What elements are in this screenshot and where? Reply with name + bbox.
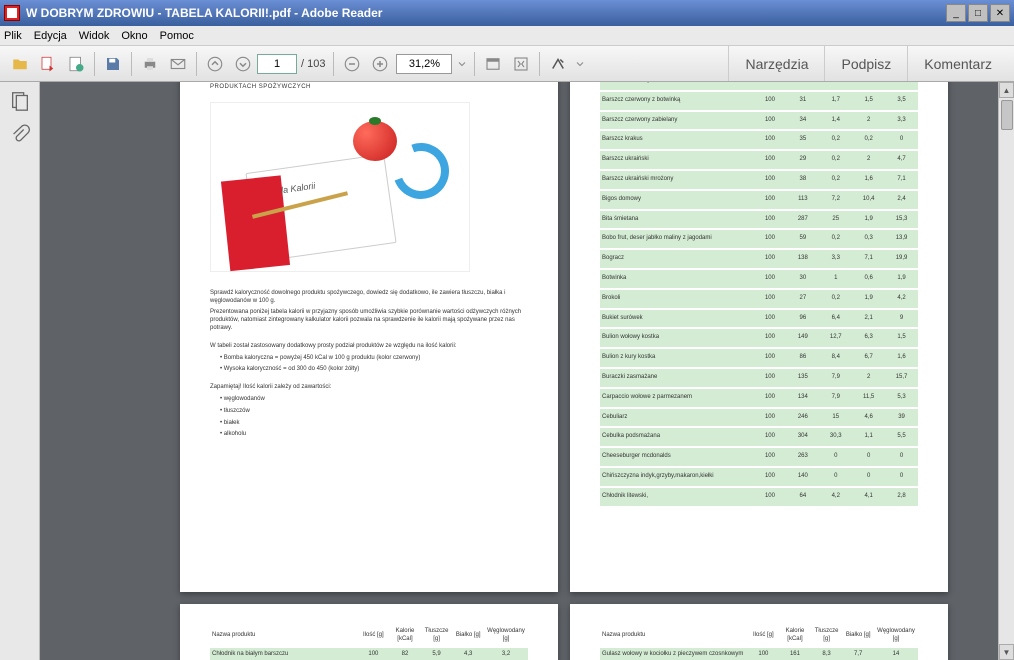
page-number-input[interactable] — [257, 54, 297, 74]
page-up-icon[interactable] — [202, 51, 228, 77]
scroll-up-icon[interactable]: ▲ — [999, 82, 1014, 98]
table-row: Chłodnik na białym barszczu10082 5,94,33… — [210, 648, 528, 660]
pdf-file-icon — [4, 5, 20, 21]
table-row: Barszcz ukraiński mrożony10038 0,21,67,1 — [600, 170, 918, 190]
table-row: Barszcz czerwony karton10025 0,20,20 — [600, 82, 918, 91]
reading-mode-icon[interactable] — [508, 51, 534, 77]
save-icon[interactable] — [100, 51, 126, 77]
table-row: Barszcz czerwony zabielany10034 1,423,3 — [600, 111, 918, 131]
table-row: Carpaccio wołowe z parmezanem100134 7,91… — [600, 388, 918, 408]
table-row: Bogracz100138 3,37,119,9 — [600, 249, 918, 269]
table-row: Bobo frut, deser jabłko maliny z jagodam… — [600, 229, 918, 249]
table-row: Cheeseburger mcdonalds100263 000 — [600, 447, 918, 467]
table-row: Bigos domowy100113 7,210,42,4 — [600, 190, 918, 210]
table-row: Buraczki zasmażane100135 7,9215,7 — [600, 368, 918, 388]
table-row: Barszcz czerwony z botwinką10031 1,71,53… — [600, 91, 918, 111]
page-count-label: / 103 — [301, 58, 325, 70]
comment-panel-button[interactable]: Komentarz — [907, 46, 1008, 81]
page1-header: PRODUKTACH SPOŻYWCZYCH — [210, 84, 528, 92]
print-icon[interactable] — [137, 51, 163, 77]
table-row: Bita śmietana100287 251,915,3 — [600, 210, 918, 230]
table-row: Bulion wołowy kostka100149 12,76,31,5 — [600, 328, 918, 348]
pdf-page-3: Nazwa produktu Ilość [g] Kalorie [kCal] … — [180, 604, 558, 660]
window-title: W DOBRYM ZDROWIU - TABELA KALORII!.pdf -… — [26, 6, 946, 20]
tools-panel-button[interactable]: Narzędzia — [728, 46, 824, 81]
minimize-button[interactable]: _ — [946, 4, 966, 22]
zoom-out-icon[interactable] — [339, 51, 365, 77]
table-row: Botwinka10030 10,61,9 — [600, 269, 918, 289]
menu-edit[interactable]: Edycja — [34, 30, 67, 42]
zoom-dropdown-icon[interactable] — [455, 51, 469, 77]
table-row: Chińszczyzna indyk,grzyby,makaron,kiełki… — [600, 467, 918, 487]
scroll-thumb[interactable] — [1001, 100, 1013, 130]
table-row: Cebulka podsmażana100304 30,31,15,5 — [600, 427, 918, 447]
hero-image: la Kalorii — [210, 102, 470, 272]
pdf-page-1: PRODUKTACH SPOŻYWCZYCH la Kalorii Sprawd… — [180, 82, 558, 592]
table-row: Barszcz krakus10035 0,20,20 — [600, 130, 918, 150]
sign-panel-button[interactable]: Podpisz — [824, 46, 907, 81]
pdf-page-2: Barszcz czerwony karton10025 0,20,20 Bar… — [570, 82, 948, 592]
read-mode-icon[interactable] — [545, 51, 571, 77]
attachments-icon[interactable] — [9, 124, 31, 146]
read-mode-dropdown-icon[interactable] — [573, 51, 587, 77]
page-down-icon[interactable] — [230, 51, 256, 77]
pdf-page-4: Nazwa produktu Ilość [g] Kalorie [kCal] … — [570, 604, 948, 660]
toolbar: / 103 Narzędzia Podpisz Komentarz — [0, 46, 1014, 82]
table-row: Cebuliarz100246 154,639 — [600, 408, 918, 428]
fit-window-icon[interactable] — [480, 51, 506, 77]
zoom-in-icon[interactable] — [367, 51, 393, 77]
table-row: Gulasz wołowy w kociołku z pieczywem czo… — [600, 648, 918, 660]
zoom-input[interactable] — [396, 54, 452, 74]
vertical-scrollbar[interactable]: ▲ ▼ — [998, 82, 1014, 660]
menu-bar: Plik Edycja Widok Okno Pomoc — [0, 26, 1014, 46]
table-row: Chłodnik litewski,10064 4,24,12,8 — [600, 487, 918, 507]
open-icon[interactable] — [7, 51, 33, 77]
table-row: Bulion z kury kostka10086 8,46,71,6 — [600, 348, 918, 368]
title-bar: W DOBRYM ZDROWIU - TABELA KALORII!.pdf -… — [0, 0, 1014, 26]
maximize-button[interactable]: □ — [968, 4, 988, 22]
document-area[interactable]: PRODUKTACH SPOŻYWCZYCH la Kalorii Sprawd… — [40, 82, 1014, 660]
table-row: Barszcz ukraiński10029 0,224,7 — [600, 150, 918, 170]
create-pdf-icon[interactable] — [63, 51, 89, 77]
scroll-down-icon[interactable]: ▼ — [999, 644, 1014, 660]
email-icon[interactable] — [165, 51, 191, 77]
menu-file[interactable]: Plik — [4, 30, 22, 42]
close-button[interactable]: ✕ — [990, 4, 1010, 22]
table-row: Brokoli10027 0,21,94,2 — [600, 289, 918, 309]
table-row: Bukiet surówek10096 6,42,19 — [600, 309, 918, 329]
thumbnails-icon[interactable] — [9, 90, 31, 112]
menu-window[interactable]: Okno — [121, 30, 147, 42]
side-nav — [0, 82, 40, 660]
menu-help[interactable]: Pomoc — [160, 30, 194, 42]
menu-view[interactable]: Widok — [79, 30, 110, 42]
export-pdf-icon[interactable] — [35, 51, 61, 77]
